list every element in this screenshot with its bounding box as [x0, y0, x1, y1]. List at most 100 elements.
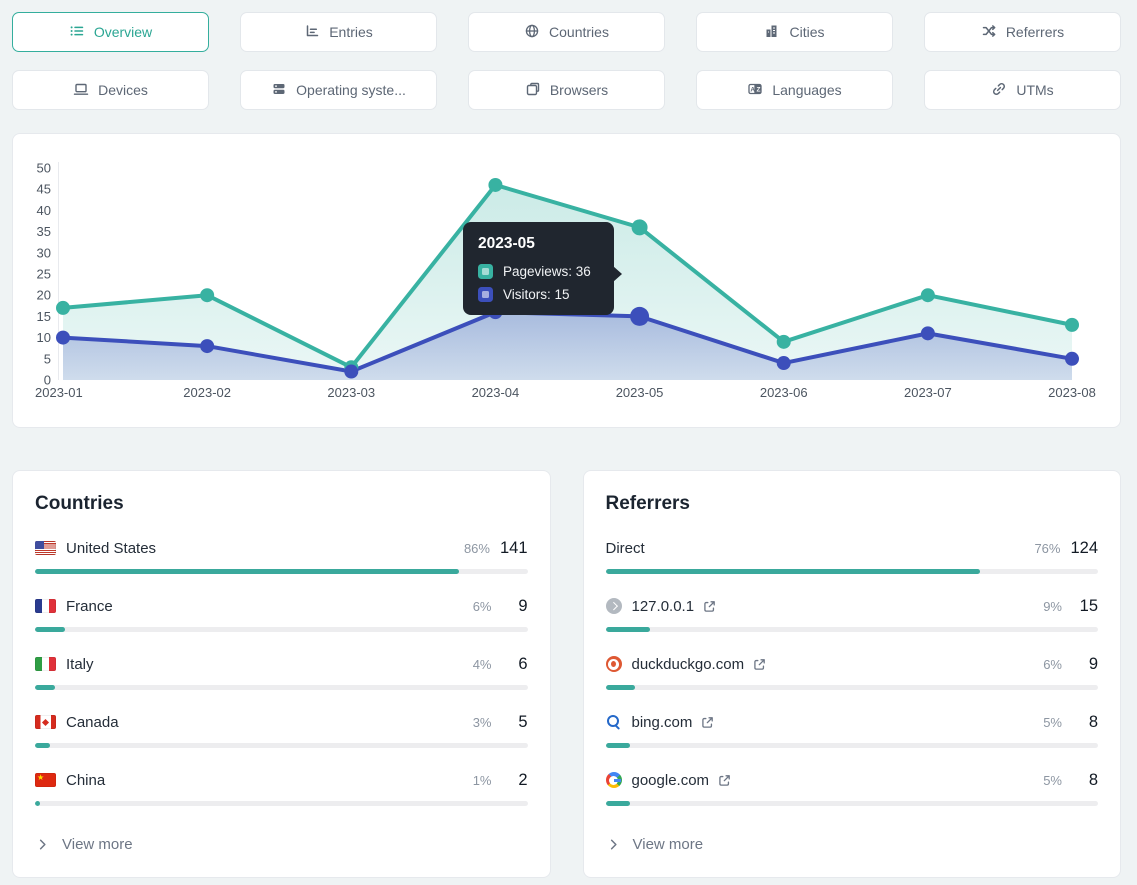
row-count: 9 [1072, 655, 1098, 674]
row-label: google.com [632, 772, 710, 789]
tab-entries[interactable]: Entries [240, 12, 437, 52]
pageviews-point[interactable] [1065, 318, 1079, 332]
stat-row: google.com 5% 8 [606, 769, 1099, 806]
x-tick-label: 2023-04 [472, 385, 520, 400]
pageviews-point[interactable] [56, 301, 70, 315]
y-tick-label: 5 [44, 351, 51, 366]
tab-label: Devices [98, 82, 148, 98]
row-progress-track [606, 685, 1099, 690]
row-label: France [66, 598, 113, 615]
pageviews-point[interactable] [921, 288, 935, 302]
pageviews-point[interactable] [632, 219, 648, 235]
visitors-point[interactable] [200, 339, 214, 353]
tab-devices[interactable]: Devices [12, 70, 209, 110]
italy-flag-icon [35, 657, 56, 671]
stat-row: France 6% 9 [35, 595, 528, 632]
row-progress-track [35, 627, 528, 632]
stat-row: duckduckgo.com 6% 9 [606, 653, 1099, 690]
visitors-point[interactable] [921, 326, 935, 340]
tab-label: Referrers [1006, 24, 1064, 40]
stat-row: China 1% 2 [35, 769, 528, 806]
default-favicon-icon [606, 598, 622, 614]
y-tick-label: 50 [37, 161, 51, 176]
duckduckgo-favicon-icon [606, 656, 622, 672]
view-more-button[interactable]: View more [606, 832, 1099, 857]
tab-browsers[interactable]: Browsers [468, 70, 665, 110]
stat-row: United States 86% 141 [35, 537, 528, 574]
browsers-icon [525, 81, 541, 100]
row-progress-track [35, 801, 528, 806]
tab-utms[interactable]: UTMs [924, 70, 1121, 110]
visitors-point[interactable] [777, 356, 791, 370]
shuffle-icon [981, 23, 997, 42]
tooltip-row: Pageviews: 36 [478, 264, 599, 279]
row-percent: 5% [1043, 773, 1062, 788]
tab-languages[interactable]: AZ Languages [696, 70, 893, 110]
tooltip-row: Visitors: 15 [478, 287, 599, 302]
visitors-point[interactable] [630, 307, 649, 326]
legend-chip-icon [478, 287, 493, 302]
tab-label: Overview [94, 24, 152, 40]
row-percent: 5% [1043, 715, 1062, 730]
external-link-icon[interactable] [717, 773, 732, 788]
tab-operating-syste[interactable]: Operating syste... [240, 70, 437, 110]
external-link-icon[interactable] [700, 715, 715, 730]
pageviews-point[interactable] [200, 288, 214, 302]
row-percent: 3% [473, 715, 492, 730]
canada-flag-icon [35, 715, 56, 729]
card-title: Referrers [606, 493, 1099, 515]
row-progress-fill [606, 801, 631, 806]
chart-tooltip: 2023-05 Pageviews: 36Visitors: 15 [463, 222, 614, 315]
visitors-point[interactable] [344, 365, 358, 379]
row-percent: 6% [1043, 657, 1062, 672]
row-label: United States [66, 540, 156, 557]
metric-tabs: Overview Entries Countries Cities Referr… [12, 12, 1121, 110]
row-count: 15 [1072, 597, 1098, 616]
tab-cities[interactable]: Cities [696, 12, 893, 52]
row-progress-fill [606, 743, 631, 748]
row-progress-fill [35, 801, 40, 806]
row-progress-fill [606, 685, 636, 690]
tab-countries[interactable]: Countries [468, 12, 665, 52]
row-progress-track [35, 743, 528, 748]
row-count: 124 [1070, 539, 1098, 558]
row-count: 9 [502, 597, 528, 616]
external-link-icon[interactable] [702, 599, 717, 614]
row-percent: 9% [1043, 599, 1062, 614]
view-more-label: View more [62, 836, 133, 853]
row-label: Direct [606, 540, 645, 557]
x-tick-label: 2023-02 [183, 385, 231, 400]
row-percent: 86% [464, 541, 490, 556]
x-tick-label: 2023-01 [35, 385, 83, 400]
row-progress-fill [35, 685, 55, 690]
tab-overview[interactable]: Overview [12, 12, 209, 52]
stat-row: 127.0.0.1 9% 15 [606, 595, 1099, 632]
chart-card: 051015202530354045502023-012023-022023-0… [12, 133, 1121, 428]
row-progress-fill [606, 627, 650, 632]
referrers-card: Referrers Direct 76% 124 127.0.0.1 [583, 470, 1122, 878]
tab-label: Operating syste... [296, 82, 406, 98]
visitors-point[interactable] [56, 331, 70, 345]
row-percent: 1% [473, 773, 492, 788]
view-more-button[interactable]: View more [35, 832, 528, 857]
tab-label: Browsers [550, 82, 608, 98]
row-progress-track [35, 569, 528, 574]
pageviews-point[interactable] [488, 178, 502, 192]
tab-label: Entries [329, 24, 373, 40]
tab-referrers[interactable]: Referrers [924, 12, 1121, 52]
pageviews-point[interactable] [777, 335, 791, 349]
countries-card: Countries United States 86% 141 France [12, 470, 551, 878]
external-link-icon[interactable] [752, 657, 767, 672]
row-progress-fill [35, 569, 459, 574]
row-progress-fill [35, 627, 65, 632]
chevron-right-icon [606, 837, 621, 852]
row-percent: 6% [473, 599, 492, 614]
y-tick-label: 30 [37, 245, 51, 260]
visitors-point[interactable] [1065, 352, 1079, 366]
row-percent: 76% [1034, 541, 1060, 556]
bing-favicon-icon [606, 714, 622, 730]
list-icon [69, 23, 85, 42]
row-count: 8 [1072, 713, 1098, 732]
row-progress-fill [35, 743, 50, 748]
tab-label: Languages [772, 82, 841, 98]
